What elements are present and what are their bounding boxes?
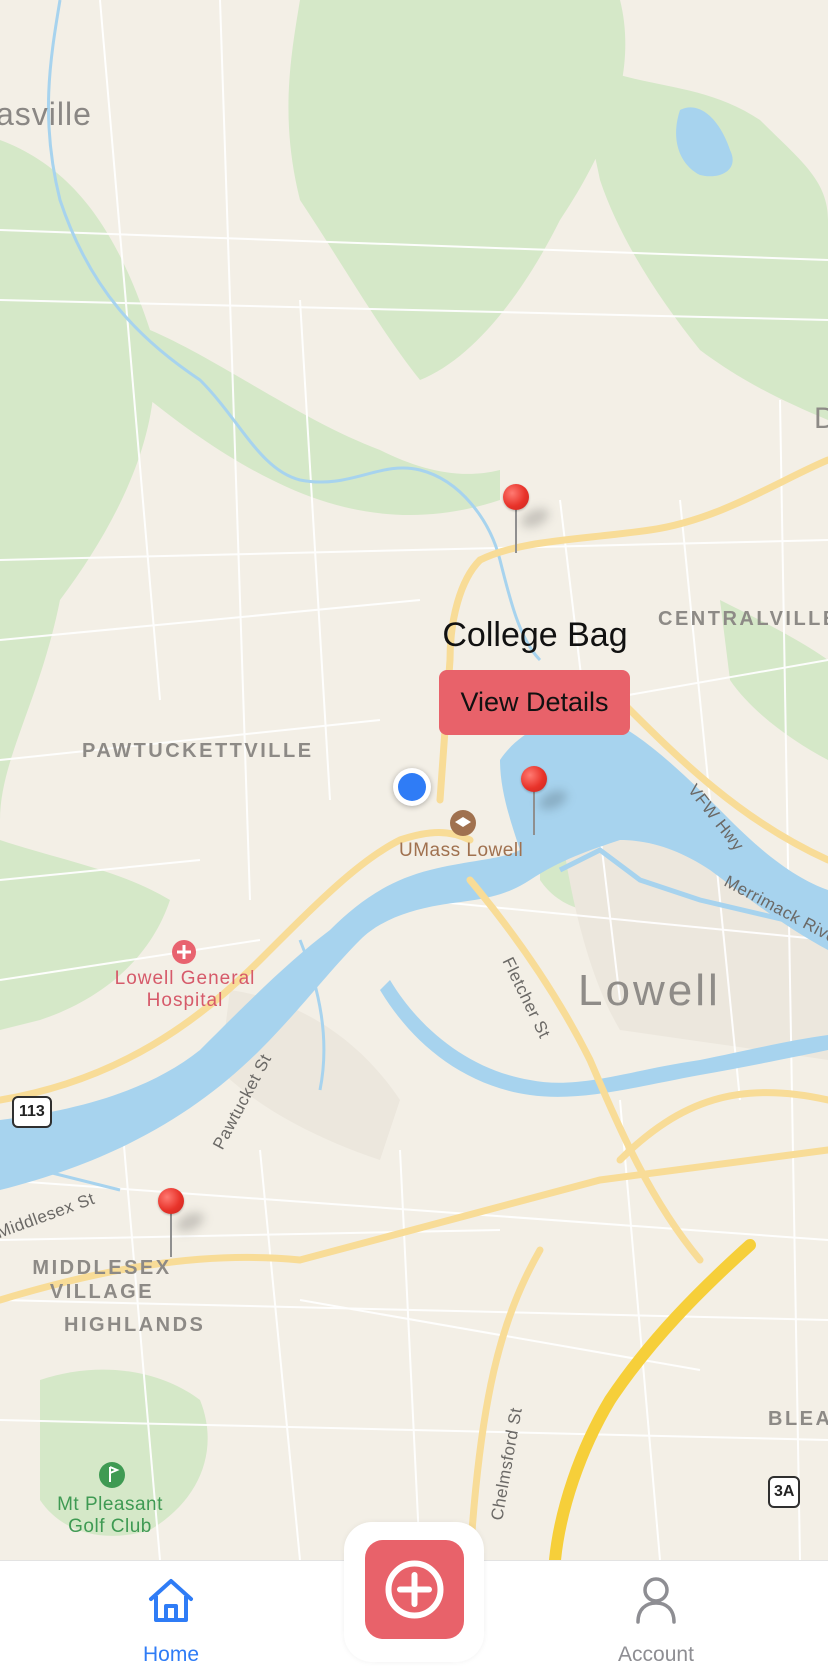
map-label-middlesex-village: MIDDLESEX VILLAGE bbox=[32, 1257, 172, 1303]
map-pin-selected[interactable] bbox=[520, 766, 570, 840]
tab-account[interactable]: Account bbox=[566, 1561, 746, 1676]
map-pin[interactable] bbox=[502, 484, 552, 558]
pin-needle bbox=[170, 1213, 172, 1257]
route-shield-3a: 3A bbox=[768, 1476, 801, 1508]
home-icon bbox=[149, 1579, 193, 1622]
tab-home[interactable]: Home bbox=[81, 1561, 261, 1676]
map-label-blea: BLEA bbox=[768, 1408, 828, 1430]
pin-head bbox=[503, 484, 529, 510]
tab-home-label: Home bbox=[142, 1643, 200, 1666]
callout-title: College Bag bbox=[442, 616, 628, 654]
map-label-d: D bbox=[814, 402, 828, 435]
map-label-hospital: Lowell General Hospital bbox=[114, 968, 256, 1011]
person-icon bbox=[636, 1577, 676, 1624]
map-view[interactable]: asville PAWTUCKETTVILLE CENTRALVILLE D U… bbox=[0, 0, 828, 1560]
map-pin[interactable] bbox=[157, 1188, 207, 1262]
add-button[interactable] bbox=[365, 1540, 464, 1639]
route-shield-113: 113 bbox=[12, 1096, 52, 1128]
user-location-dot bbox=[393, 768, 431, 806]
pin-needle bbox=[515, 509, 517, 553]
pin-needle bbox=[533, 791, 535, 835]
map-label-city: Lowell bbox=[578, 966, 721, 1015]
pin-head bbox=[521, 766, 547, 792]
plus-icon bbox=[385, 1560, 444, 1619]
map-label-town: asville bbox=[0, 96, 92, 132]
map-label-golf: Mt Pleasant Golf Club bbox=[57, 1494, 163, 1537]
pin-head bbox=[158, 1188, 184, 1214]
view-details-button[interactable]: View Details bbox=[439, 670, 630, 735]
map-label-pawtucketville: PAWTUCKETTVILLE bbox=[82, 740, 314, 762]
map-label-highlands: HIGHLANDS bbox=[64, 1314, 206, 1336]
map-label-umass: UMass Lowell bbox=[399, 840, 524, 861]
user-location-inner bbox=[398, 773, 426, 801]
tab-account-label: Account bbox=[618, 1643, 694, 1666]
map-label-centralville: CENTRALVILLE bbox=[658, 608, 828, 630]
